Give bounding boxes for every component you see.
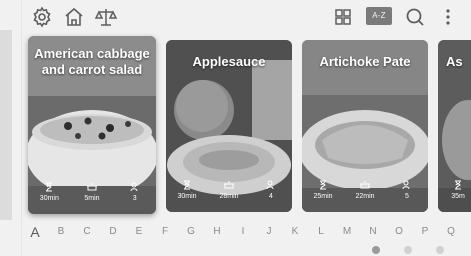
recipe-stats: 35m [438,180,471,208]
prep-time: 30min [39,195,59,202]
prep-time: 35m [451,193,465,200]
page-dot[interactable] [404,246,412,254]
servings: 4 [269,193,273,200]
alphabet-letter[interactable]: M [334,222,360,242]
recipe-stats: 30min 28min 4 [166,180,292,208]
people-icon [402,180,410,190]
alphabet-letter[interactable]: L [308,222,334,242]
pot-icon [360,181,370,189]
recipe-card[interactable]: Applesauce 30min 28min 4 [166,40,292,212]
page-indicator [372,246,444,254]
grid-view-icon[interactable] [331,5,355,29]
sort-az-button[interactable]: A-Z [366,7,392,25]
alphabet-letter[interactable]: H [204,222,230,242]
hourglass-icon [184,180,190,190]
recipe-browser-screen: A-Z American cabbage and carrot salad 30… [0,0,471,256]
hourglass-icon [455,180,461,190]
alphabet-letter[interactable]: Q [438,222,464,242]
alphabet-letter[interactable]: B [48,222,74,242]
alphabet-letter[interactable]: I [230,222,256,242]
side-panel-edge [0,0,22,256]
pot-icon [87,183,97,191]
gear-icon[interactable] [30,5,54,29]
recipe-title: As [446,54,463,69]
recipe-card[interactable]: As 35m [438,40,471,212]
recipe-stats: 30min 5min 3 [28,182,156,210]
search-icon[interactable] [403,5,427,29]
alphabet-letter[interactable]: N [360,222,386,242]
alphabet-letter[interactable]: A [22,222,48,242]
page-dot[interactable] [372,246,380,254]
alphabet-letter[interactable]: G [178,222,204,242]
recipe-stats: 25min 22min 5 [302,180,428,208]
alphabet-letter[interactable]: D [100,222,126,242]
recipe-card[interactable]: Artichoke Pate 25min 22min 5 [302,40,428,212]
balance-scale-icon[interactable] [94,5,118,29]
more-vertical-icon[interactable] [436,5,460,29]
cook-time: 22min [355,193,375,200]
top-toolbar: A-Z [22,0,471,34]
recipe-carousel: American cabbage and carrot salad 30min … [22,34,471,214]
alphabet-index: A B C D E F G H I J K L M N O P Q [22,222,471,242]
alphabet-letter[interactable]: E [126,222,152,242]
recipe-title: American cabbage and carrot salad [34,46,150,77]
prep-time: 30min [177,193,197,200]
alphabet-letter[interactable]: J [256,222,282,242]
alphabet-letter[interactable]: C [74,222,100,242]
servings: 5 [405,193,409,200]
people-icon [266,180,274,190]
home-icon[interactable] [62,5,86,29]
alphabet-letter[interactable]: P [412,222,438,242]
people-icon [130,182,138,192]
hourglass-icon [46,182,53,192]
recipe-title: Applesauce [192,54,266,69]
recipe-title: Artichoke Pate [319,54,411,69]
alphabet-letter[interactable]: O [386,222,412,242]
page-dot[interactable] [436,246,444,254]
hourglass-icon [320,180,326,190]
servings: 3 [132,195,137,202]
cook-time: 28min [219,193,239,200]
recipe-card[interactable]: American cabbage and carrot salad 30min … [28,36,156,214]
pot-icon [224,181,234,189]
prep-time: 25min [313,193,333,200]
alphabet-letter[interactable]: F [152,222,178,242]
cook-time: 5min [84,195,100,202]
alphabet-letter[interactable]: K [282,222,308,242]
